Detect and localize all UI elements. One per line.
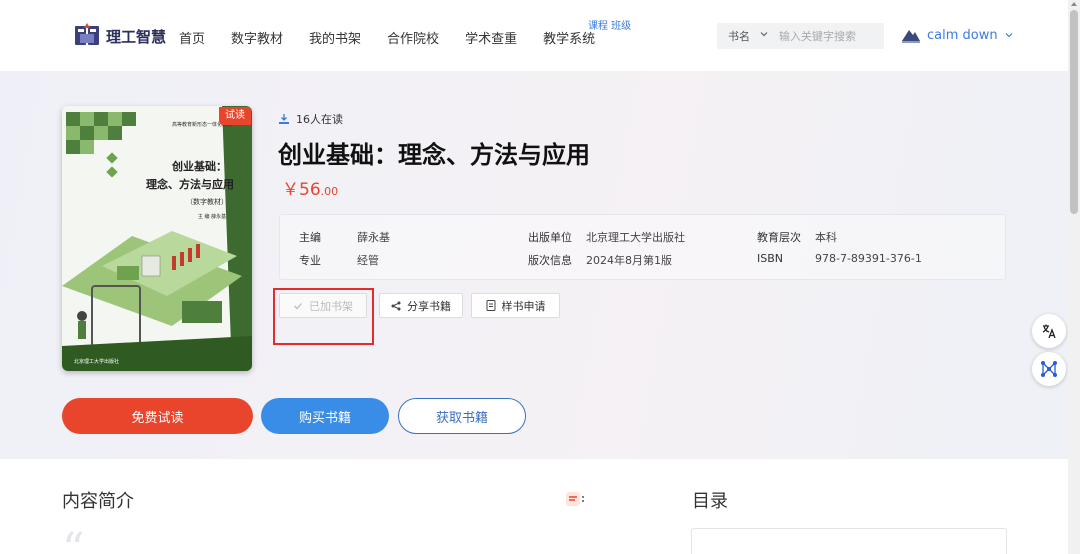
nav-teaching-subtags: 课程 班级 <box>588 21 632 32</box>
user-name: calm down <box>927 27 998 43</box>
document-icon <box>486 300 495 311</box>
network-assistant-button[interactable] <box>1032 352 1066 386</box>
price-decimal: .00 <box>320 185 339 198</box>
info-value-publisher: 北京理工大学出版社 <box>586 231 685 244</box>
info-value-edition: 2024年8月第1版 <box>586 254 672 267</box>
highlight-outline <box>273 288 374 345</box>
share-icon <box>391 301 401 310</box>
translate-button[interactable] <box>1032 314 1066 348</box>
cover-title-line2: 理念、方法与应用 <box>146 177 234 191</box>
cover-publisher: 北京理工大学出版社 <box>74 358 119 365</box>
readers-count: 16人在读 <box>278 111 343 127</box>
share-button[interactable]: 分享书籍 <box>379 293 463 318</box>
info-label-level: 教育层次 <box>757 231 801 244</box>
info-value-isbn: 978-7-89391-376-1 <box>815 252 922 265</box>
nav-home[interactable]: 首页 <box>179 28 205 47</box>
user-menu[interactable]: calm down <box>901 26 1014 44</box>
cover-title-line1: 创业基础： <box>171 159 227 173</box>
chevron-down-icon[interactable] <box>759 29 769 39</box>
info-value-level: 本科 <box>815 231 837 244</box>
chevron-down-icon <box>1005 33 1013 38</box>
cover-author: 主 编 薛永基 <box>198 213 226 220</box>
scroll-up-arrow-icon[interactable] <box>1071 2 1077 6</box>
price-integer: 56 <box>299 180 321 200</box>
reader-icon <box>279 114 289 124</box>
buy-book-button[interactable]: 购买书籍 <box>261 398 389 434</box>
logo-text: 理工智慧 <box>106 27 167 46</box>
top-header: 理工智慧 首页 数字教材 我的书架 合作院校 学术查重 教学系统 课程 班级 书… <box>0 0 1068 71</box>
avatar <box>902 30 920 43</box>
book-info-box: 主编 薛永基 出版单位 北京理工大学出版社 教育层次 本科 专业 经管 版次信息… <box>279 214 1006 280</box>
toc-section-title: 目录 <box>692 491 728 512</box>
search-bar: 书名 <box>717 23 884 49</box>
network-icon <box>1041 361 1057 377</box>
nav-digital-textbooks[interactable]: 数字教材 <box>231 28 283 47</box>
info-label-major: 专业 <box>299 254 321 267</box>
site-logo[interactable]: 理工智慧 <box>72 22 166 50</box>
info-label-edition: 版次信息 <box>528 254 572 267</box>
quote-icon: “ <box>62 524 85 554</box>
nav-partner-schools[interactable]: 合作院校 <box>387 28 439 47</box>
intro-section-title: 内容简介 <box>62 491 134 512</box>
translate-icon <box>1042 324 1056 339</box>
book-hero: 高等教育新形态一体化教材 创业基础： 理念、方法与应用 （数字教材） 主 编 薛… <box>0 71 1068 459</box>
search-type-select[interactable]: 书名 <box>728 28 750 44</box>
toc-box <box>691 528 1007 554</box>
book-title: 创业基础：理念、方法与应用 <box>278 141 590 169</box>
cover-subtitle: （数字教材） <box>186 197 228 206</box>
info-value-editor: 薛永基 <box>357 231 390 244</box>
note-icon[interactable] <box>565 491 585 507</box>
sample-request-label: 样书申请 <box>501 299 546 313</box>
info-value-major: 经管 <box>357 254 379 267</box>
logo-book-icon <box>75 23 99 45</box>
info-label-isbn: ISBN <box>757 252 784 265</box>
nav-my-bookshelf[interactable]: 我的书架 <box>309 28 361 47</box>
search-input[interactable] <box>779 26 879 46</box>
free-trial-button[interactable]: 免费试读 <box>62 398 253 434</box>
readers-text: 16人在读 <box>296 113 343 126</box>
scrollbar-thumb[interactable] <box>1070 10 1078 214</box>
nav-plagiarism-check[interactable]: 学术查重 <box>465 28 517 47</box>
trial-badge: 试读 <box>219 107 251 125</box>
share-label: 分享书籍 <box>407 299 451 313</box>
main-nav: 首页 数字教材 我的书架 合作院校 学术查重 教学系统 <box>179 28 621 47</box>
info-label-publisher: 出版单位 <box>528 231 572 244</box>
scrollbar[interactable] <box>1068 0 1080 554</box>
get-book-button[interactable]: 获取书籍 <box>398 398 526 434</box>
price-currency: ￥ <box>282 180 299 200</box>
book-price: ￥56.00 <box>282 175 338 200</box>
book-cover[interactable]: 高等教育新形态一体化教材 创业基础： 理念、方法与应用 （数字教材） 主 编 薛… <box>62 106 252 371</box>
sample-request-button[interactable]: 样书申请 <box>471 293 560 318</box>
info-label-editor: 主编 <box>299 231 321 244</box>
